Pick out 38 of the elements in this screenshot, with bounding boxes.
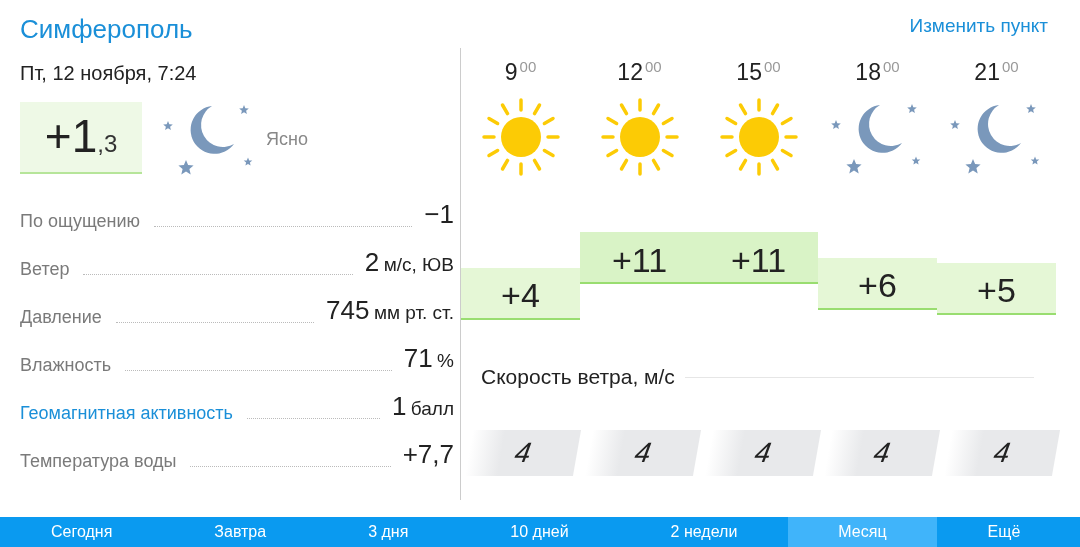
hour-label: 9$^{00}$ [504, 58, 537, 87]
hour-label: 21$^{00}$ [974, 58, 1019, 87]
period-tab[interactable]: 3 дня [317, 517, 460, 547]
date-time: Пт, 12 ноября, 7:24 [20, 62, 198, 86]
wind-speed-title: Скорость ветра, м/с [481, 365, 675, 389]
period-tab[interactable]: Сегодня [0, 517, 164, 547]
detail-value: 745 мм рт. ст. [326, 296, 454, 327]
period-tab[interactable]: Ещё [936, 517, 1072, 547]
period-tab[interactable]: 10 дней [459, 517, 620, 547]
detail-label: Давление [20, 306, 102, 328]
sun-icon [718, 97, 799, 177]
detail-value: −1 [424, 200, 454, 231]
sun-icon [480, 97, 561, 177]
detail-value: +7,7 [402, 440, 454, 471]
change-location-link[interactable]: Изменить пункт [909, 15, 1048, 37]
detail-label: По ощущению [20, 210, 141, 232]
hour-label: 18$^{00}$ [855, 58, 900, 87]
detail-label: Ветер [20, 258, 70, 280]
detail-label: Влажность [20, 354, 112, 376]
sun-icon [599, 97, 680, 177]
current-temperature: +1,3 [20, 102, 142, 174]
temperature-block: +11 [580, 232, 699, 284]
detail-label: Температура воды [20, 450, 177, 472]
detail-value: 1 балл [391, 392, 454, 423]
city-title: Симферополь [20, 14, 194, 46]
condition-label: Ясно [266, 128, 308, 150]
temperature-block: +11 [699, 232, 818, 284]
temperature-block: +6 [818, 257, 937, 310]
hour-label: 12$^{00}$ [617, 58, 662, 87]
period-tab[interactable]: Месяц [788, 517, 937, 547]
period-tab[interactable]: 2 недели [619, 517, 789, 547]
detail-value: 2 м/с, ЮВ [364, 248, 454, 279]
temperature-block: +5 [937, 262, 1056, 315]
period-tab[interactable]: Завтра [163, 517, 318, 547]
detail-value: 71 % [403, 344, 454, 375]
detail-link[interactable]: Геомагнитная активность [20, 402, 233, 424]
temperature-block: +4 [461, 267, 580, 320]
hour-label: 15$^{00}$ [736, 58, 781, 87]
